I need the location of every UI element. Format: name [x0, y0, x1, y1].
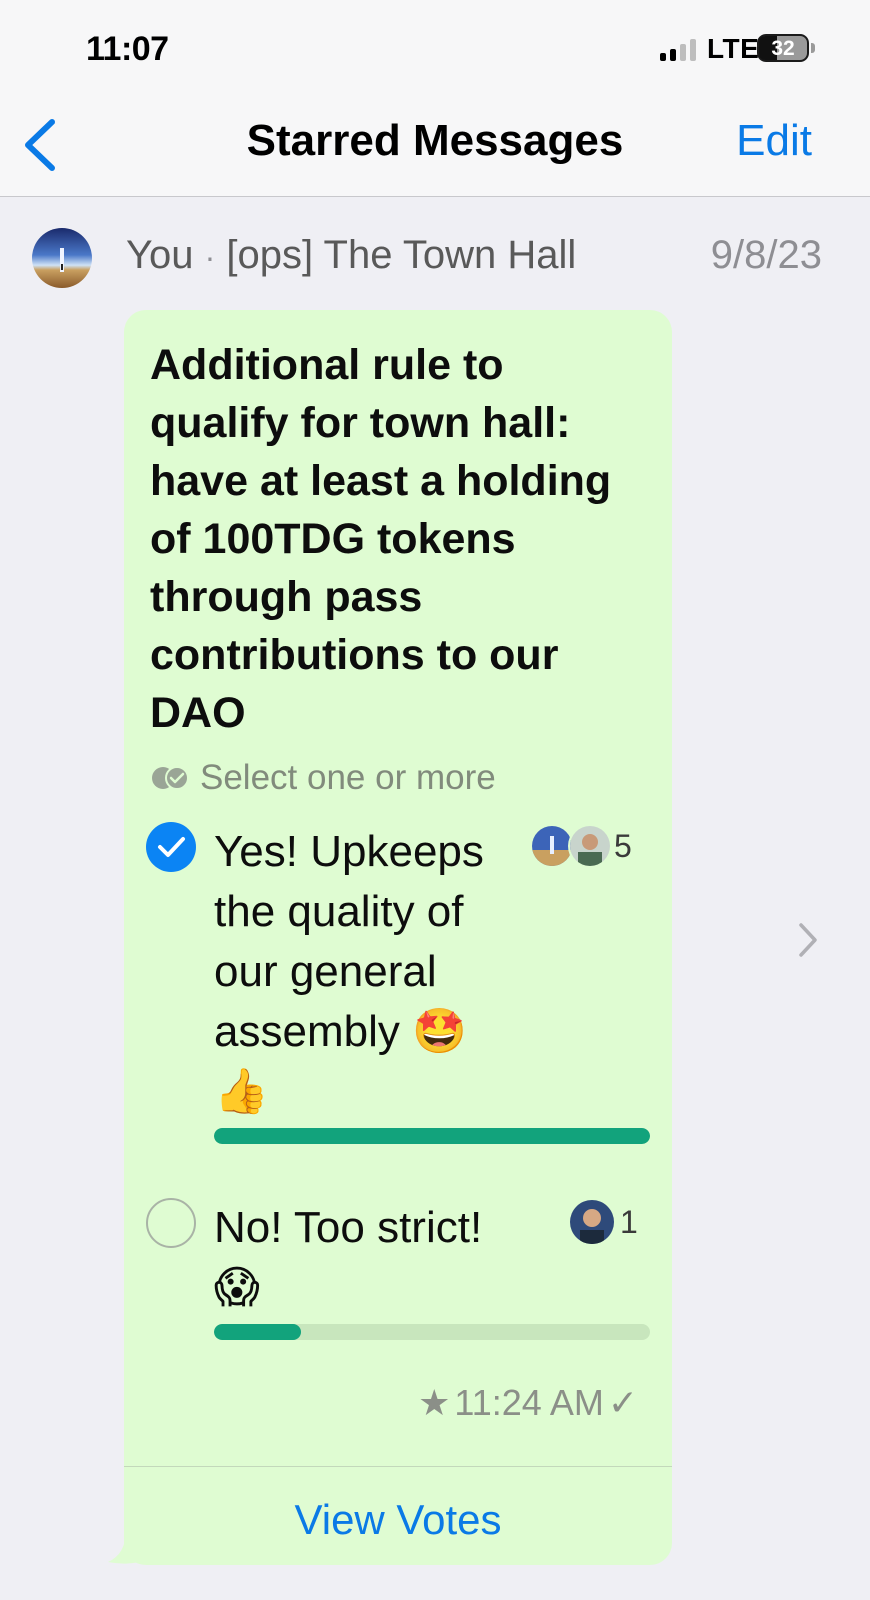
message-meta: ★ 11:24 AM ✓: [418, 1382, 638, 1424]
vote-progress-bar: [214, 1324, 650, 1340]
poll-question: Additional rule to qualify for town hall…: [150, 341, 612, 737]
battery-tip: [811, 43, 815, 53]
status-time: 11:07: [86, 30, 169, 68]
avatar[interactable]: [32, 228, 92, 288]
poll-option-label: No! Too strict! 😱: [214, 1198, 544, 1318]
divider: [124, 1466, 672, 1467]
star-icon: ★: [418, 1382, 451, 1423]
chevron-right-icon[interactable]: [796, 920, 820, 960]
sender-name: You: [126, 233, 194, 277]
voter-avatar: [568, 1198, 616, 1246]
vote-count: 1: [620, 1204, 638, 1240]
edit-button[interactable]: Edit: [736, 116, 812, 166]
poll-message-bubble[interactable]: Additional rule to qualify for town hall…: [124, 310, 672, 1565]
status-bar: 11:07 LTE 32: [0, 0, 870, 96]
checkmark-circle-icon[interactable]: [146, 822, 196, 872]
message-time: 11:24 AM: [454, 1382, 604, 1423]
scream-emoji: 😱: [214, 1262, 260, 1313]
battery-icon: 32: [757, 34, 809, 62]
battery-level: 32: [771, 37, 795, 60]
chat-name: [ops] The Town Hall: [226, 233, 577, 277]
message-date: 9/8/23: [710, 233, 822, 277]
vote-count: 5: [614, 828, 632, 864]
poll-option-text: No! Too strict!: [214, 1203, 483, 1252]
sent-check-icon: ✓: [607, 1382, 638, 1423]
vote-progress-bar: [214, 1128, 650, 1144]
message-sender: You · [ops] The Town Hall: [126, 233, 576, 278]
network-type: LTE: [707, 33, 760, 64]
empty-circle-icon[interactable]: [146, 1198, 196, 1248]
voter-avatar: [568, 824, 612, 868]
poll-hint: Select one or more: [150, 758, 496, 798]
poll-option-label: Yes! Upkeeps the quality of our general …: [214, 822, 514, 1122]
double-check-circle-icon: [152, 766, 189, 790]
signal-icon: [660, 37, 696, 61]
poll-hint-text: Select one or more: [200, 758, 496, 797]
separator: ·: [204, 239, 216, 275]
navigation-bar: Starred Messages Edit: [0, 96, 870, 197]
view-votes-button[interactable]: View Votes: [124, 1496, 672, 1544]
